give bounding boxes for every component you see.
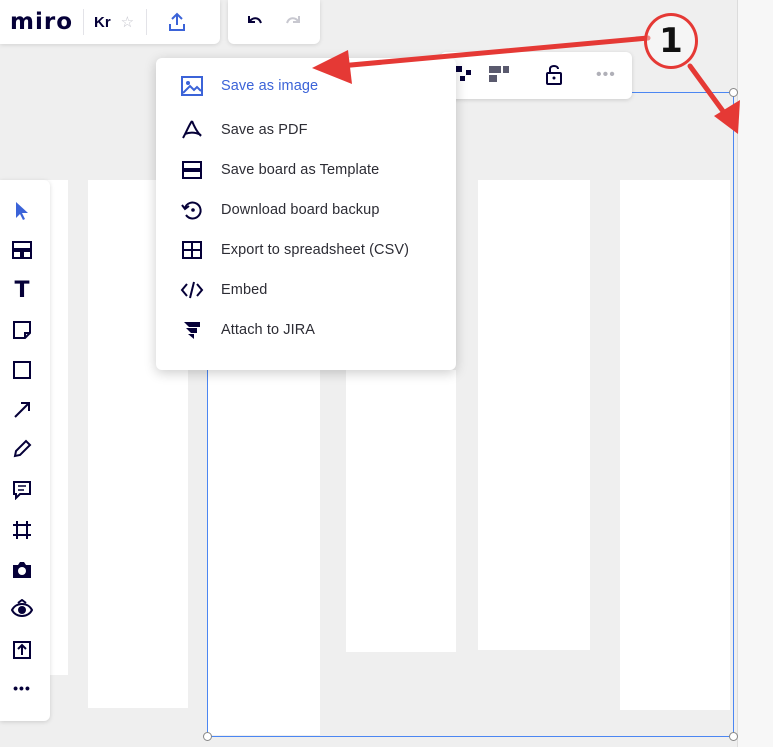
export-menu: Save as image Save as PDF Save board as …: [156, 58, 456, 370]
board-name[interactable]: Kr: [94, 14, 111, 31]
menu-item-label: Download board backup: [221, 202, 380, 218]
canvas-divider: [737, 0, 738, 747]
template-icon: [180, 158, 204, 182]
resize-handle[interactable]: [729, 732, 738, 741]
menu-item-label: Save as image: [221, 78, 319, 94]
image-icon: [180, 74, 204, 98]
frame-icon[interactable]: [10, 518, 34, 542]
menu-item-save-as-image[interactable]: Save as image: [156, 66, 456, 106]
menu-item-download-backup[interactable]: Download board backup: [156, 190, 456, 230]
pen-icon[interactable]: [10, 437, 34, 461]
grid-icon[interactable]: [454, 64, 474, 84]
undo-icon[interactable]: [245, 12, 265, 32]
shape-icon[interactable]: [10, 358, 34, 382]
pdf-icon: [180, 118, 204, 142]
more-icon[interactable]: •••: [596, 66, 616, 84]
menu-item-embed[interactable]: Embed: [156, 270, 456, 310]
unlock-icon[interactable]: [544, 64, 564, 86]
arrow-icon[interactable]: [10, 398, 34, 422]
menu-item-save-as-pdf[interactable]: Save as PDF: [156, 110, 456, 150]
menu-item-label: Embed: [221, 282, 268, 298]
upload-icon: [169, 12, 186, 31]
camera-icon[interactable]: [10, 558, 34, 582]
eye-icon[interactable]: [10, 597, 34, 621]
context-toolbar: •••: [440, 52, 632, 99]
sticky-note-icon[interactable]: [10, 318, 34, 342]
menu-item-label: Attach to JIRA: [221, 322, 316, 338]
menu-item-label: Export to spreadsheet (CSV): [221, 242, 410, 258]
menu-item-label: Save as PDF: [221, 122, 308, 138]
comment-icon[interactable]: [10, 478, 34, 502]
code-icon: [180, 278, 204, 302]
table-icon: [180, 238, 204, 262]
backup-icon: [180, 198, 204, 222]
divider: [83, 9, 84, 35]
menu-item-export-csv[interactable]: Export to spreadsheet (CSV): [156, 230, 456, 270]
top-bar: miro Kr ☆: [0, 0, 220, 44]
upload-icon[interactable]: [10, 638, 34, 662]
undo-redo-bar: [228, 0, 320, 44]
menu-item-save-as-template[interactable]: Save board as Template: [156, 150, 456, 190]
more-icon[interactable]: •••: [10, 676, 34, 700]
resize-handle[interactable]: [729, 88, 738, 97]
star-icon[interactable]: ☆: [121, 13, 134, 31]
menu-item-label: Save board as Template: [221, 162, 380, 178]
templates-icon[interactable]: [10, 238, 34, 262]
annotation-number: 1: [659, 21, 683, 61]
jira-icon: [180, 318, 204, 342]
export-button[interactable]: [157, 0, 197, 44]
miro-logo[interactable]: miro: [10, 9, 73, 35]
menu-item-attach-jira[interactable]: Attach to JIRA: [156, 310, 456, 350]
divider: [146, 9, 148, 35]
select-icon[interactable]: [10, 199, 34, 223]
layout-icon[interactable]: [488, 64, 510, 84]
redo-icon[interactable]: [283, 12, 303, 32]
left-toolbar: T •••: [0, 180, 50, 721]
canvas-edge: [738, 0, 773, 747]
annotation-badge: 1: [644, 13, 698, 69]
text-icon[interactable]: T: [10, 278, 34, 303]
resize-handle[interactable]: [203, 732, 212, 741]
